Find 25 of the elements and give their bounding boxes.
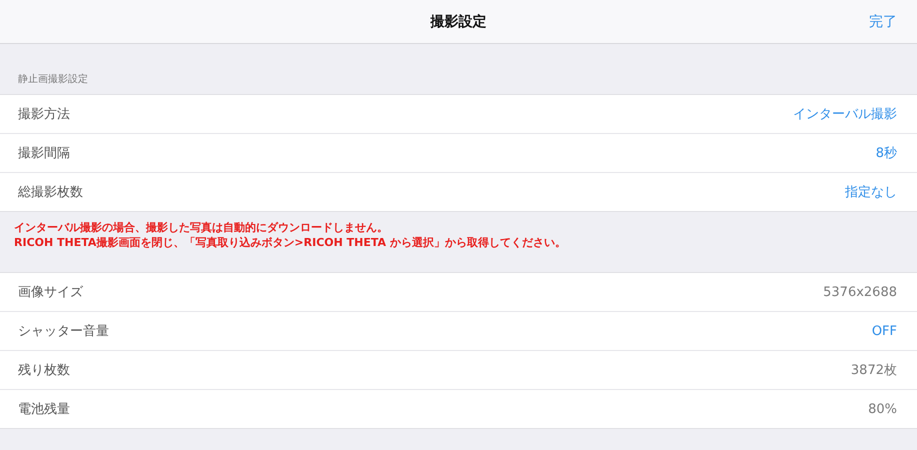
- row-value: 8秒: [876, 145, 897, 162]
- warning-text: RICOH THETA撮影画面を閉じ、「写真取り込みボタン>RICOH THETA から選択」から取得してください。: [14, 235, 567, 250]
- row-label: 総撮影枚数: [18, 184, 83, 201]
- settings-row[interactable]: 画像サイズ 5376x2688: [0, 273, 917, 312]
- row-value: OFF: [872, 324, 897, 338]
- row-value: 80%: [868, 402, 897, 416]
- row-label: シャッター音量: [18, 323, 109, 340]
- row-label: 撮影間隔: [18, 145, 70, 162]
- row-value: 3872枚: [850, 362, 897, 379]
- settings-row[interactable]: 残り枚数 3872枚: [0, 351, 917, 390]
- settings-row[interactable]: 撮影方法 インターバル撮影: [0, 95, 917, 134]
- settings-row[interactable]: 総撮影枚数 指定なし: [0, 173, 917, 211]
- settings-row[interactable]: 電池残量 80%: [0, 390, 917, 428]
- warning-text: インターバル撮影の場合、撮影した写真は自動的にダウンロードしません。: [14, 220, 389, 235]
- settings-row[interactable]: シャッター音量 OFF: [0, 312, 917, 351]
- row-value: インターバル撮影: [793, 106, 897, 123]
- screen-title: 撮影設定: [430, 12, 486, 30]
- section-header: 静止画撮影設定: [18, 72, 88, 86]
- row-label: 画像サイズ: [18, 284, 83, 301]
- row-label: 残り枚数: [18, 362, 70, 379]
- row-value: 5376x2688: [823, 284, 897, 300]
- settings-row[interactable]: 撮影間隔 8秒: [0, 134, 917, 173]
- row-label: 電池残量: [18, 401, 70, 418]
- row-label: 撮影方法: [18, 106, 70, 123]
- row-value: 指定なし: [845, 184, 897, 201]
